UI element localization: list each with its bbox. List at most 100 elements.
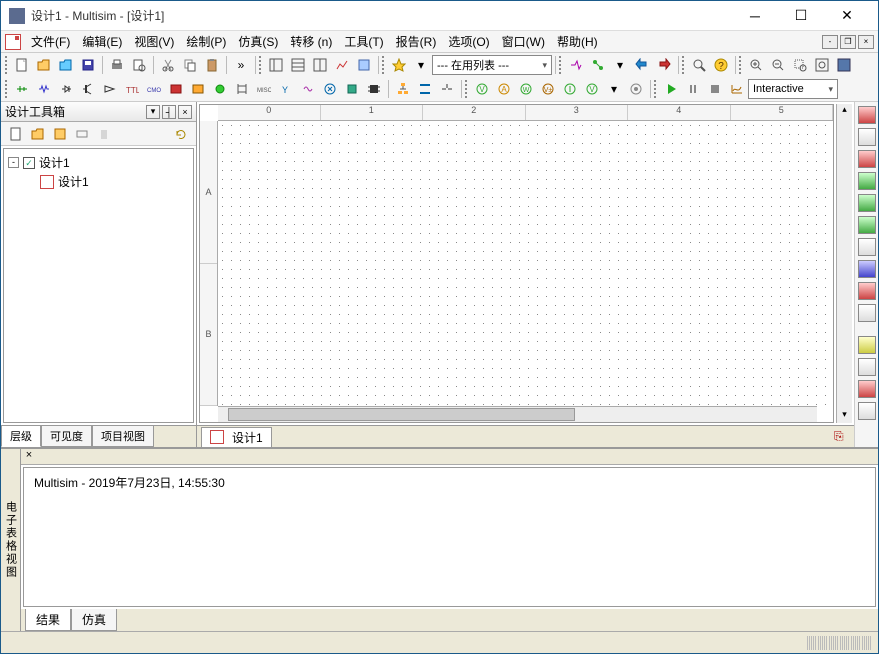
cmos-icon[interactable]: CMOS — [144, 79, 164, 99]
probe-ref-icon[interactable] — [560, 79, 580, 99]
postprocessor-icon[interactable] — [354, 55, 374, 75]
tree-child-node[interactable]: 设计1 — [8, 172, 189, 191]
oscilloscope-icon[interactable] — [858, 172, 876, 190]
mdi-minimize-button[interactable]: - — [822, 35, 838, 49]
scroll-down-icon[interactable]: ▾ — [837, 409, 852, 423]
close-button[interactable]: ✕ — [824, 2, 870, 30]
probe-v-icon[interactable]: V — [472, 79, 492, 99]
panel-pin-button[interactable]: ┤ — [162, 105, 176, 119]
analysis-icon[interactable] — [727, 79, 747, 99]
menu-help[interactable]: 帮助(H) — [551, 31, 604, 52]
rename-icon[interactable] — [72, 124, 92, 144]
probe-w-icon[interactable]: W — [516, 79, 536, 99]
tree-root-node[interactable]: - ✓ 设计1 — [8, 153, 189, 172]
tab-project[interactable]: 项目视图 — [92, 426, 154, 447]
run-icon[interactable] — [661, 79, 681, 99]
menu-options[interactable]: 选项(O) — [442, 31, 495, 52]
logic-converter-icon[interactable] — [858, 304, 876, 322]
find-icon[interactable] — [689, 55, 709, 75]
new-file-icon[interactable] — [12, 55, 32, 75]
panel-menu-button[interactable]: ▾ — [146, 105, 160, 119]
new-design-icon[interactable] — [6, 124, 26, 144]
toolbar-grip[interactable] — [465, 80, 469, 98]
menu-view[interactable]: 视图(V) — [128, 31, 180, 52]
canvas-grid[interactable] — [218, 121, 833, 406]
wattmeter-icon[interactable] — [858, 150, 876, 168]
grapher-icon[interactable] — [332, 55, 352, 75]
multimeter-icon[interactable] — [858, 106, 876, 124]
zoom-fit-icon[interactable] — [812, 55, 832, 75]
logic-analyzer-icon[interactable] — [858, 282, 876, 300]
hierarchy-icon[interactable] — [393, 79, 413, 99]
cross-probe-icon[interactable] — [654, 55, 674, 75]
save-icon[interactable] — [78, 55, 98, 75]
mixed-icon[interactable] — [188, 79, 208, 99]
inuse-list-dropdown[interactable]: --- 在用列表 --- — [432, 55, 552, 75]
misc-digital-icon[interactable] — [166, 79, 186, 99]
toolbar-grip[interactable] — [559, 56, 563, 74]
toolbar-grip[interactable] — [5, 56, 9, 74]
spectrum-analyzer-icon[interactable] — [858, 380, 876, 398]
ttl-icon[interactable]: TTL — [122, 79, 142, 99]
fullscreen-icon[interactable] — [834, 55, 854, 75]
document-tab[interactable]: 设计1 — [201, 427, 272, 447]
spreadsheet-close-button[interactable]: × — [21, 449, 37, 464]
source-icon[interactable] — [12, 79, 32, 99]
more-icon[interactable]: » — [231, 55, 251, 75]
network-analyzer-icon[interactable] — [858, 402, 876, 420]
word-generator-icon[interactable] — [858, 260, 876, 278]
tab-overflow-icon[interactable]: ⎘ — [834, 429, 850, 445]
indicator-icon[interactable] — [210, 79, 230, 99]
tab-simulation[interactable]: 仿真 — [71, 609, 117, 631]
forward-annotate-icon[interactable]: ▾ — [610, 55, 630, 75]
paste-icon[interactable] — [202, 55, 222, 75]
distortion-analyzer-icon[interactable] — [858, 358, 876, 376]
zoom-area-icon[interactable] — [790, 55, 810, 75]
menu-simulate[interactable]: 仿真(S) — [232, 31, 284, 52]
probe-drop-icon[interactable]: ▾ — [604, 79, 624, 99]
electromech-icon[interactable] — [320, 79, 340, 99]
erc-icon[interactable] — [566, 55, 586, 75]
mdi-close-button[interactable]: × — [858, 35, 874, 49]
basic-icon[interactable] — [34, 79, 54, 99]
probe-a-icon[interactable]: A — [494, 79, 514, 99]
print-preview-icon[interactable] — [129, 55, 149, 75]
tab-visibility[interactable]: 可见度 — [41, 426, 92, 447]
schematic-canvas[interactable]: 0 1 2 3 4 5 A B — [199, 104, 834, 423]
zoom-in-icon[interactable] — [746, 55, 766, 75]
menu-edit[interactable]: 编辑(E) — [76, 31, 128, 52]
netlist-icon[interactable] — [588, 55, 608, 75]
tree-collapse-icon[interactable]: - — [8, 157, 19, 168]
iv-analyzer-icon[interactable] — [858, 336, 876, 354]
design-toolbox-icon[interactable] — [266, 55, 286, 75]
resize-grip[interactable] — [807, 636, 878, 650]
vertical-scrollbar[interactable]: ▴ ▾ — [836, 104, 852, 423]
scrollbar-thumb[interactable] — [228, 408, 575, 421]
log-output[interactable]: Multisim - 2019年7月23日, 14:55:30 — [23, 467, 876, 607]
delete-icon[interactable] — [94, 124, 114, 144]
frequency-counter-icon[interactable] — [858, 238, 876, 256]
tree-checkbox[interactable]: ✓ — [23, 157, 35, 169]
menu-transfer[interactable]: 转移 (n) — [284, 31, 338, 52]
zoom-out-icon[interactable] — [768, 55, 788, 75]
toolbar-grip[interactable] — [259, 56, 263, 74]
probe-dig-icon[interactable]: V — [582, 79, 602, 99]
print-icon[interactable] — [107, 55, 127, 75]
toolbar-grip[interactable] — [654, 80, 658, 98]
back-annotate-icon[interactable] — [632, 55, 652, 75]
toolbar-grip[interactable] — [5, 80, 9, 98]
probe-vd-icon[interactable]: V± — [538, 79, 558, 99]
spreadsheet-label[interactable]: 电子表格视图 — [1, 449, 21, 631]
horizontal-scrollbar[interactable] — [218, 406, 817, 422]
toolbar-grip[interactable] — [682, 56, 686, 74]
power-icon[interactable] — [232, 79, 252, 99]
save-design-icon[interactable] — [50, 124, 70, 144]
toolbar-grip[interactable] — [382, 56, 386, 74]
analog-icon[interactable] — [100, 79, 120, 99]
panel-close-button[interactable]: × — [178, 105, 192, 119]
function-generator-icon[interactable] — [858, 128, 876, 146]
bus-icon[interactable] — [415, 79, 435, 99]
probe-settings-icon[interactable] — [626, 79, 646, 99]
bode-plotter-icon[interactable] — [858, 216, 876, 234]
open-design-icon[interactable] — [28, 124, 48, 144]
